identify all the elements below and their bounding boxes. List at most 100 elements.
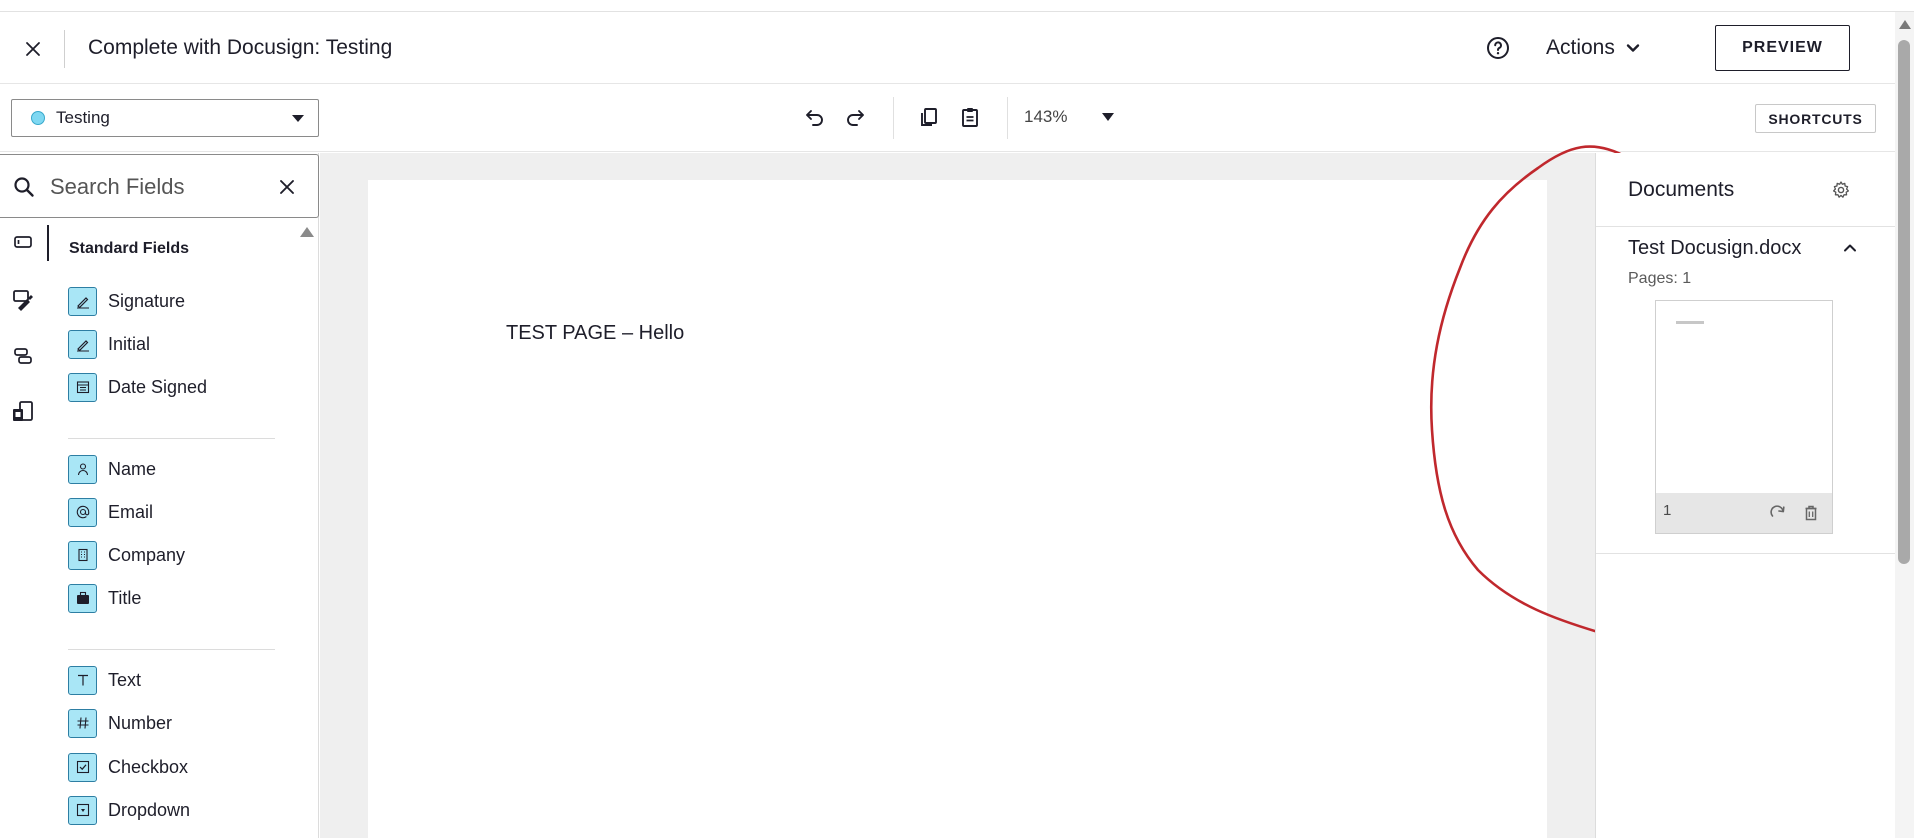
redo-button[interactable] [840,102,870,132]
field-label: Title [108,587,142,608]
scroll-up-arrow[interactable] [1899,20,1911,29]
field-number[interactable]: Number [68,708,278,738]
briefcase-icon [68,583,97,613]
field-label: Email [108,501,154,522]
field-label: Checkbox [108,756,189,777]
field-email[interactable]: Email [68,497,278,527]
toolbar-divider [1007,97,1008,139]
rail-custom-fields[interactable] [10,399,36,425]
fields-scroll-up-arrow[interactable] [300,227,314,237]
search-box [0,154,319,218]
window-scrollbar[interactable] [1895,12,1914,838]
top-edge [0,0,1914,12]
header-divider [64,30,65,68]
shortcuts-button[interactable]: SHORTCUTS [1755,104,1876,133]
gear-icon [1832,181,1850,198]
document-page-text: TEST PAGE – Hello [506,322,685,344]
custom-fields-icon [13,401,33,421]
field-label: Dropdown [108,799,191,820]
tag-field-icon [14,236,32,248]
field-label: Date Signed [108,376,208,397]
field-company[interactable]: Company [68,540,278,570]
copy-button[interactable] [914,102,944,132]
actions-label: Actions [1546,36,1615,59]
documents-title: Documents [1628,178,1735,201]
page-title: Complete with Docusign: Testing [88,36,393,59]
paste-button[interactable] [955,102,985,132]
rotate-icon [1770,505,1785,517]
document-canvas[interactable]: TEST PAGE – Hello [320,153,1595,838]
field-date-signed[interactable]: Date Signed [68,372,278,402]
help-button[interactable] [1484,34,1512,62]
pen-icon [68,286,97,316]
field-label: Name [108,458,157,479]
field-text[interactable]: Text [68,665,278,695]
field-label: Signature [108,290,186,311]
dropdown-icon [68,795,97,825]
page-thumbnail[interactable]: 1 [1655,300,1833,534]
trash-icon [1805,505,1817,521]
standard-fields-heading: Standard Fields [69,240,190,257]
recipient-color-dot [31,111,45,125]
help-icon [1487,37,1509,59]
field-title[interactable]: Title [68,583,278,613]
scrollbar-thumb[interactable] [1898,40,1910,564]
recipient-select[interactable]: Testing [11,99,319,137]
caret-down-icon [292,115,304,122]
field-label: Company [108,544,186,565]
text-t-icon [68,665,97,695]
standard-fields-list: Standard Fields Signature Initial Date S… [49,219,299,838]
building-icon [68,540,97,570]
thumbnail-page-number: 1 [1663,502,1672,519]
calendar-icon [68,372,97,402]
rail-standard-fields[interactable] [10,229,36,255]
rail-tools[interactable] [10,287,36,313]
field-checkbox[interactable]: Checkbox [68,752,278,782]
thumbnail-footer: 1 [1656,493,1832,533]
close-button[interactable] [18,34,48,64]
document-collapse-button[interactable] [1837,235,1863,261]
clipboard-icon [962,108,978,127]
undo-button[interactable] [800,102,830,132]
person-icon [68,454,97,484]
editor-toolbar: Testing 143% SHORTCUTS [0,85,1895,152]
documents-settings-button[interactable] [1828,177,1854,203]
close-icon [280,180,294,194]
document-name: Test Docusign.docx [1628,237,1802,259]
chevron-down-icon [1626,44,1640,52]
redo-icon [847,110,864,126]
chevron-up-icon [1844,244,1856,252]
document-page[interactable]: TEST PAGE – Hello [368,180,1547,838]
preview-button[interactable]: PREVIEW [1715,25,1850,71]
close-icon [26,42,40,56]
rotate-page-button[interactable] [1766,501,1790,525]
fields-divider [68,438,275,439]
hash-icon [68,708,97,738]
field-label: Number [108,712,173,733]
header-bar: Complete with Docusign: Testing Actions … [0,12,1895,84]
zoom-caret-icon[interactable] [1102,113,1114,121]
documents-divider [1596,553,1896,554]
recipient-label: Testing [56,108,110,127]
actions-menu-button[interactable]: Actions [1546,32,1641,64]
link-fields-icon [14,348,32,364]
thumbnail-text-line [1676,321,1704,324]
zoom-level[interactable]: 143% [1024,107,1067,127]
clear-search-button[interactable] [274,174,300,200]
rail-connected[interactable] [10,343,36,369]
delete-page-button[interactable] [1799,501,1823,525]
fields-divider [68,649,275,650]
documents-panel: Documents Test Docusign.docx Pages: 1 1 [1595,153,1896,838]
search-icon [14,177,34,197]
field-name[interactable]: Name [68,454,278,484]
field-signature[interactable]: Signature [68,286,278,316]
fields-panel: Standard Fields Signature Initial Date S… [0,153,319,838]
toolbar-divider [893,97,894,139]
checkbox-icon [68,752,97,782]
field-dropdown[interactable]: Dropdown [68,795,278,825]
search-input[interactable] [50,169,260,205]
pen-icon [68,329,97,359]
pen-tool-icon [13,290,33,311]
field-initial[interactable]: Initial [68,329,278,359]
documents-divider [1596,226,1896,227]
